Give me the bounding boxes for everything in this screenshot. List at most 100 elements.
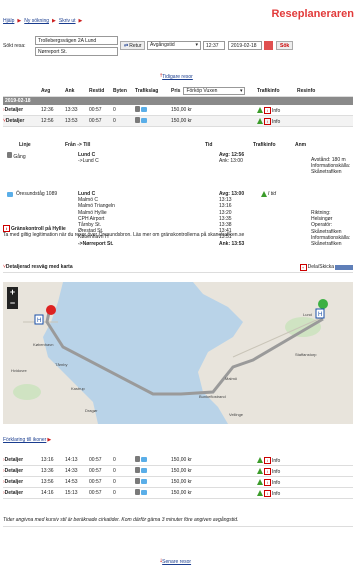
map-label: Vellinge — [229, 412, 244, 417]
details-toggle[interactable]: Detaljer — [6, 118, 24, 124]
details-toggle[interactable]: Detaljer — [5, 468, 23, 474]
train-leg: Öresundståg 1089 — [7, 191, 57, 197]
leg-to: ->Lund C — [78, 158, 99, 164]
details-col-note: Anm — [295, 142, 307, 148]
map-label: Staffanstorp — [295, 352, 317, 357]
duration: 00:57 — [89, 490, 102, 496]
return-button[interactable]: ⇄ Retur — [120, 41, 146, 50]
table-row[interactable]: ›Detaljer 13:16 14:13 00:57 0 150,00 kr … — [3, 455, 353, 466]
info-icon: i — [3, 225, 10, 232]
details-toggle[interactable]: Detaljer — [5, 107, 23, 113]
stop-time: Ank: 13:53 — [219, 240, 245, 247]
calendar-icon[interactable] — [264, 41, 273, 50]
table-row[interactable]: ›Detaljer 13:56 14:53 00:57 0 150,00 kr … — [3, 477, 353, 488]
info-link[interactable]: Info — [272, 480, 280, 486]
info-link[interactable]: Info — [272, 458, 280, 464]
dep-time: 13:16 — [41, 457, 54, 463]
col-changes: Byten — [113, 88, 127, 94]
zoom-controls: + − — [7, 287, 18, 309]
leg-line: Öresundståg 1089 — [16, 191, 58, 197]
details-toggle[interactable]: Detaljer — [5, 490, 23, 496]
price: 150,00 kr — [171, 107, 192, 113]
info-link[interactable]: Info — [272, 108, 280, 114]
zoom-in-button[interactable]: + — [7, 287, 18, 298]
arr-time: 14:53 — [65, 479, 78, 485]
map-toggle[interactable]: ˅ Detaljerad resväg med karta — [3, 264, 73, 270]
time-input[interactable]: 12:37 — [203, 41, 225, 50]
earlier-trips-link[interactable]: Tidigare resor — [162, 74, 193, 80]
price-type-select[interactable]: Förköp Vuxen ▾ — [183, 87, 246, 95]
price: 150,00 kr — [171, 118, 192, 124]
price: 150,00 kr — [171, 457, 192, 463]
departure-mode-value: Avgångstid — [150, 42, 175, 48]
later-trips-link[interactable]: Senare resor — [162, 559, 191, 565]
col-price: Pris Förköp Vuxen ▾ — [171, 87, 251, 95]
walk-leg: Gång — [7, 152, 26, 160]
walk-route: Lund C ->Lund C — [78, 152, 99, 164]
table-row[interactable]: ˅Detaljer 12:56 13:53 00:57 0 150,00 kr … — [3, 116, 353, 127]
return-label: Retur — [129, 42, 142, 49]
to-input[interactable]: Nørreport St. — [35, 47, 118, 56]
footnote: Tider angivna med kursiv stil är beräkna… — [3, 517, 353, 527]
zoom-out-button[interactable]: − — [7, 298, 18, 309]
info-icon: i — [264, 106, 271, 114]
dep-time: 13:56 — [41, 479, 54, 485]
train-icon — [141, 457, 148, 462]
results-table: Avg Ank Restid Byten Trafikslag Pris För… — [3, 86, 353, 127]
search-label: Sökt resa: — [3, 43, 26, 49]
walk-icon — [135, 106, 140, 112]
nav-separator: ▶ — [17, 18, 22, 24]
date-input[interactable]: 2019-02-18 — [228, 41, 262, 50]
col-trafficinfo: Trafikinfo — [257, 88, 280, 94]
details-col-trafficinfo: Trafikinfo — [253, 142, 276, 148]
info-link[interactable]: Info — [272, 469, 280, 475]
walk-icon — [135, 456, 140, 462]
info-link[interactable]: Info — [272, 491, 280, 497]
note: Skånetrafiken — [311, 241, 342, 248]
chevron-down-icon: ▾ — [195, 42, 198, 48]
train-icon — [7, 191, 13, 197]
info-icon: i — [264, 456, 271, 464]
new-search-link[interactable]: Ny sökning — [24, 18, 49, 24]
departure-mode-select[interactable]: Avgångstid ▾ — [147, 41, 201, 50]
icons-legend[interactable]: Förklaring till ikoner ▶ — [3, 437, 51, 443]
warning-icon — [257, 479, 263, 486]
print-link[interactable]: Skriv ut — [59, 18, 76, 24]
table-row[interactable]: ›Detaljer 12:36 13:33 00:57 0 150,00 kr … — [3, 105, 353, 116]
svg-text:H: H — [318, 312, 322, 318]
price-header-label: Pris — [171, 88, 181, 94]
changes: 0 — [113, 457, 116, 463]
stop: ->Nørreport St. — [78, 240, 114, 247]
map-label: Tårnby — [55, 362, 68, 367]
help-link[interactable]: Hjälp — [3, 18, 14, 24]
map-label: Lund — [303, 312, 312, 317]
walk-icon — [7, 152, 12, 158]
search-button[interactable]: Sök — [276, 41, 294, 50]
price-type-value: Förköp Vuxen — [186, 87, 218, 94]
details-toggle[interactable]: Detaljer — [5, 479, 23, 485]
table-row[interactable]: ›Detaljer 14:16 15:13 00:57 0 150,00 kr … — [3, 488, 353, 499]
results-table-more: ›Detaljer 13:16 14:13 00:57 0 150,00 kr … — [3, 455, 353, 499]
dep-time: 12:36 — [41, 107, 54, 113]
walk-icon — [135, 117, 140, 123]
details-toggle[interactable]: Detaljer — [5, 457, 23, 463]
train-icon — [141, 490, 148, 495]
route-map[interactable]: H H + − Malmö Lund København Kastrup Dra… — [3, 282, 353, 424]
walk-icon — [135, 489, 140, 495]
map-label: Dragør — [85, 408, 98, 413]
details-panel: Linje Från -> Till Tid Trafikinfo Anm Gå… — [3, 141, 353, 247]
earlier-trips[interactable]: 🠕 Tidigare resor — [160, 73, 193, 81]
share-button[interactable]: + Dela/Skicka — [299, 263, 353, 271]
col-mode: Trafikslag — [135, 88, 159, 94]
table-row[interactable]: ›Detaljer 13:36 14:33 00:57 0 150,00 kr … — [3, 466, 353, 477]
border-notice-heading: Gränskontroll på Hyllie — [11, 225, 66, 232]
map-label: Bunkeflostrand — [199, 394, 226, 399]
later-trips[interactable]: 🠗 Senare resor — [160, 558, 191, 566]
on-time-status: I tid — [261, 191, 276, 197]
from-input[interactable]: Trollebergsvägen 2A Lund — [35, 36, 118, 45]
warning-icon — [257, 118, 263, 125]
info-link[interactable]: Info — [272, 119, 280, 125]
status-text: I tid — [268, 191, 277, 197]
icons-legend-link[interactable]: Förklaring till ikoner — [3, 437, 46, 443]
note: Skånetrafiken — [311, 169, 342, 175]
